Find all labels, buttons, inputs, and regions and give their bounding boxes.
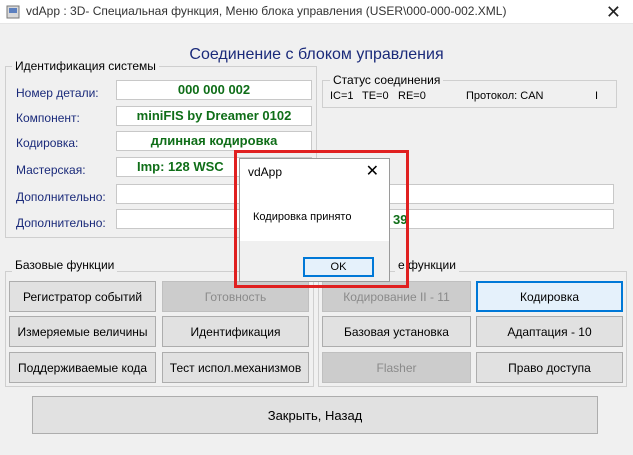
status-ic: IC=1 <box>330 90 354 102</box>
status-protocol: Протокол: CAN <box>466 90 544 102</box>
label-part-number: Номер детали: <box>16 86 99 100</box>
basic-functions-label: Базовые функции <box>12 258 118 272</box>
supported-codes-button[interactable]: Поддерживаемые кода <box>9 352 156 383</box>
status-te: TE=0 <box>362 90 389 102</box>
title-bar: vdApp : 3D- Специальная функция, Меню бл… <box>0 0 633 24</box>
highlight-frame <box>234 150 409 288</box>
part-number-field: 000 000 002 <box>116 80 312 100</box>
coding-field: длинная кодировка <box>116 131 312 151</box>
label-extra-2: Дополнительно: <box>16 216 106 230</box>
actuator-test-button[interactable]: Тест испол.механизмов <box>162 352 309 383</box>
label-component: Компонент: <box>16 111 80 125</box>
coding-button[interactable]: Кодировка <box>476 281 623 312</box>
status-separator: I <box>595 90 599 102</box>
access-rights-button[interactable]: Право доступа <box>476 352 623 383</box>
window-title: vdApp : 3D- Специальная функция, Меню бл… <box>26 4 507 18</box>
label-coding: Кодировка: <box>16 136 79 150</box>
status-re: RE=0 <box>398 90 426 102</box>
basic-setting-button[interactable]: Базовая установка <box>322 316 471 347</box>
close-back-button[interactable]: Закрыть, Назад <box>32 396 598 434</box>
label-workshop: Мастерская: <box>16 163 86 177</box>
close-icon[interactable]: ✕ <box>606 2 621 23</box>
app-icon <box>6 5 20 19</box>
event-recorder-button[interactable]: Регистратор событий <box>9 281 156 312</box>
flasher-button: Flasher <box>322 352 471 383</box>
label-extra-1: Дополнительно: <box>16 190 106 204</box>
component-field: miniFIS by Dreamer 0102 <box>116 106 312 126</box>
status-label: Статус соединения <box>330 73 444 87</box>
measured-values-button[interactable]: Измеряемые величины <box>9 316 156 347</box>
adaptation-button[interactable]: Адаптация - 10 <box>476 316 623 347</box>
identification-button[interactable]: Идентификация <box>162 316 309 347</box>
system-id-label: Идентификация системы <box>12 59 159 73</box>
